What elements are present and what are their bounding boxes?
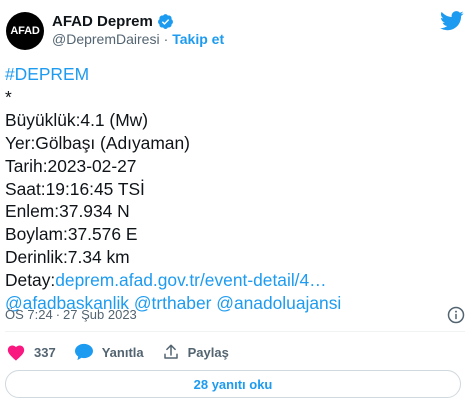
reply-label: Yanıtla xyxy=(101,344,144,360)
heart-icon xyxy=(7,345,25,361)
tweet-depth: Derinlik:7.34 km xyxy=(5,247,130,268)
tweet-text: #DEPREM * Büyüklük:4.1 (Mw) Yer:Gölbaşı … xyxy=(5,63,341,315)
read-replies-button[interactable]: 28 yanıtı oku xyxy=(5,370,461,398)
tweet-detail-prefix: Detay: xyxy=(5,270,56,291)
info-icon[interactable] xyxy=(447,306,465,324)
verified-badge-icon xyxy=(157,14,173,29)
mention-link[interactable]: @trthaber xyxy=(134,293,212,313)
tweet-longitude: Boylam:37.576 E xyxy=(5,224,138,245)
detail-link[interactable]: deprem.afad.gov.tr/event-detail/4… xyxy=(55,270,326,290)
avatar-text: AFAD xyxy=(10,25,40,37)
share-icon xyxy=(163,344,178,359)
tweet-time-label: ÖS 7:24 xyxy=(5,307,53,322)
tweet-timestamp[interactable]: ÖS 7:24 · 27 Şub 2023 xyxy=(5,307,137,322)
reply-button[interactable]: Yanıtla xyxy=(74,343,144,361)
like-count: 337 xyxy=(34,344,56,360)
divider xyxy=(5,331,465,332)
twitter-bird-icon[interactable] xyxy=(440,11,464,31)
mention-link[interactable]: @anadoluajansi xyxy=(216,293,341,313)
tweet-date: Tarih:2023-02-27 xyxy=(5,155,137,176)
follow-button[interactable]: Takip et xyxy=(172,31,224,47)
like-button[interactable]: 337 xyxy=(6,343,56,361)
avatar[interactable]: AFAD xyxy=(6,12,44,50)
speech-bubble-icon xyxy=(74,343,93,361)
hashtag-link[interactable]: #DEPREM xyxy=(5,64,89,84)
share-label: Paylaş xyxy=(187,344,229,360)
tweet-magnitude: Büyüklük:4.1 (Mw) xyxy=(5,109,149,130)
tweet-location: Yer:Gölbaşı (Adıyaman) xyxy=(5,132,190,153)
share-button[interactable]: Paylaş xyxy=(162,343,229,361)
tweet-date-label: 27 Şub 2023 xyxy=(63,307,137,322)
tweet-actions: 337 Yanıtla Paylaş xyxy=(6,340,247,364)
meta-separator: · xyxy=(55,307,61,322)
author-handle[interactable]: @DepremDairesi xyxy=(52,31,160,47)
author-handle-row: @DepremDairesi · Takip et xyxy=(52,31,224,47)
tweet-star: * xyxy=(5,86,12,107)
author-name-row: AFAD Deprem xyxy=(52,13,174,30)
handle-separator: · xyxy=(163,31,169,47)
author-name[interactable]: AFAD Deprem xyxy=(52,13,153,30)
tweet-latitude: Enlem:37.934 N xyxy=(5,201,130,222)
tweet-time: Saat:19:16:45 TSİ xyxy=(5,178,145,199)
